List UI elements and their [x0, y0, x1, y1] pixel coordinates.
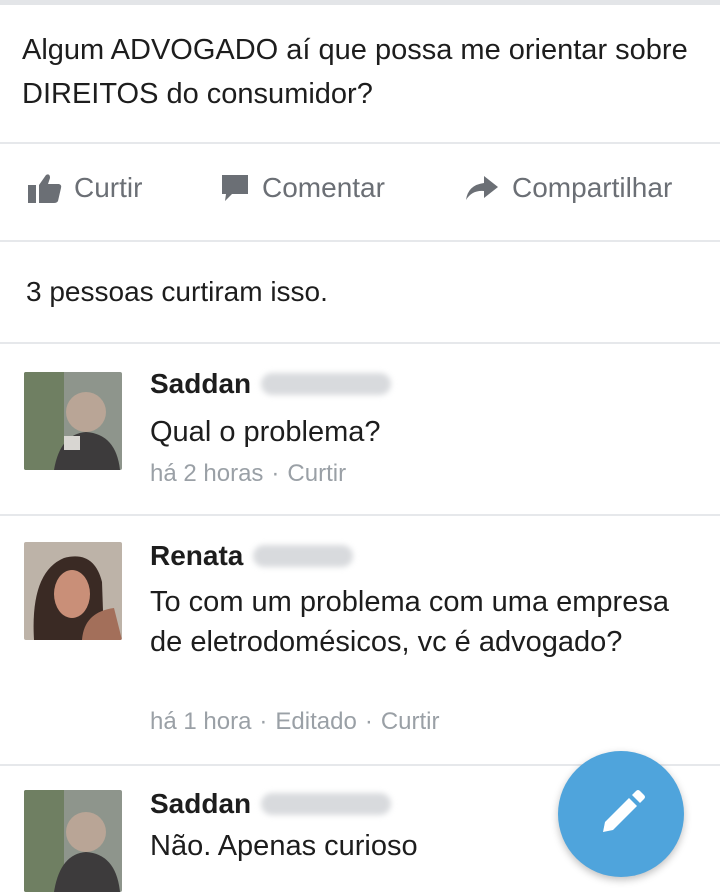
comment-like-link[interactable]: Curtir — [287, 460, 346, 488]
separator-dot: · — [259, 708, 268, 735]
comment-text: Qual o problema? — [150, 416, 381, 448]
author-name: Saddan — [150, 788, 252, 819]
share-label: Compartilhar — [512, 172, 673, 203]
speech-bubble-icon — [222, 175, 248, 201]
comment-time: há 2 horas — [150, 460, 264, 487]
likes-summary-text: 3 pessoas curtiram isso. — [26, 276, 328, 307]
likes-summary[interactable]: 3 pessoas curtiram isso. — [26, 276, 328, 308]
post-actions-bar: Curtir Comentar Compartilhar — [0, 144, 720, 240]
divider — [0, 514, 720, 516]
author-name: Saddan — [150, 368, 252, 399]
separator-dot: · — [364, 708, 373, 735]
share-button[interactable]: Compartilhar — [464, 172, 672, 204]
comment-meta: há 2 horas · Curtir — [150, 460, 346, 488]
comment-label: Comentar — [262, 172, 385, 203]
blurred-surname — [253, 545, 354, 567]
comment-edited-label[interactable]: Editado — [275, 708, 356, 736]
comment-like-link[interactable]: Curtir — [381, 708, 440, 736]
like-button[interactable]: Curtir — [28, 172, 142, 204]
comment-author[interactable]: Saddan — [150, 368, 392, 400]
compose-button[interactable] — [558, 751, 684, 877]
comment-meta: há 1 hora · Editado · Curtir — [150, 708, 440, 736]
top-border — [0, 0, 720, 5]
comment-time: há 1 hora — [150, 708, 252, 735]
author-name: Renata — [150, 540, 244, 571]
comment-author[interactable]: Saddan — [150, 788, 392, 820]
divider — [0, 240, 720, 242]
pencil-icon — [603, 790, 645, 832]
thumbs-up-icon — [28, 174, 62, 203]
separator-dot: · — [271, 460, 280, 487]
blurred-surname — [261, 373, 392, 395]
divider — [0, 342, 720, 344]
blurred-surname — [261, 793, 392, 815]
avatar[interactable] — [24, 372, 122, 470]
comment-author[interactable]: Renata — [150, 540, 354, 572]
post-text: Algum ADVOGADO aí que possa me orientar … — [22, 34, 688, 110]
share-arrow-icon — [466, 176, 498, 200]
comment-button[interactable]: Comentar — [220, 172, 385, 204]
avatar[interactable] — [24, 542, 122, 640]
comment-text: To com um problema com uma empresa de el… — [150, 586, 669, 658]
avatar[interactable] — [24, 790, 122, 892]
like-label: Curtir — [74, 172, 143, 203]
